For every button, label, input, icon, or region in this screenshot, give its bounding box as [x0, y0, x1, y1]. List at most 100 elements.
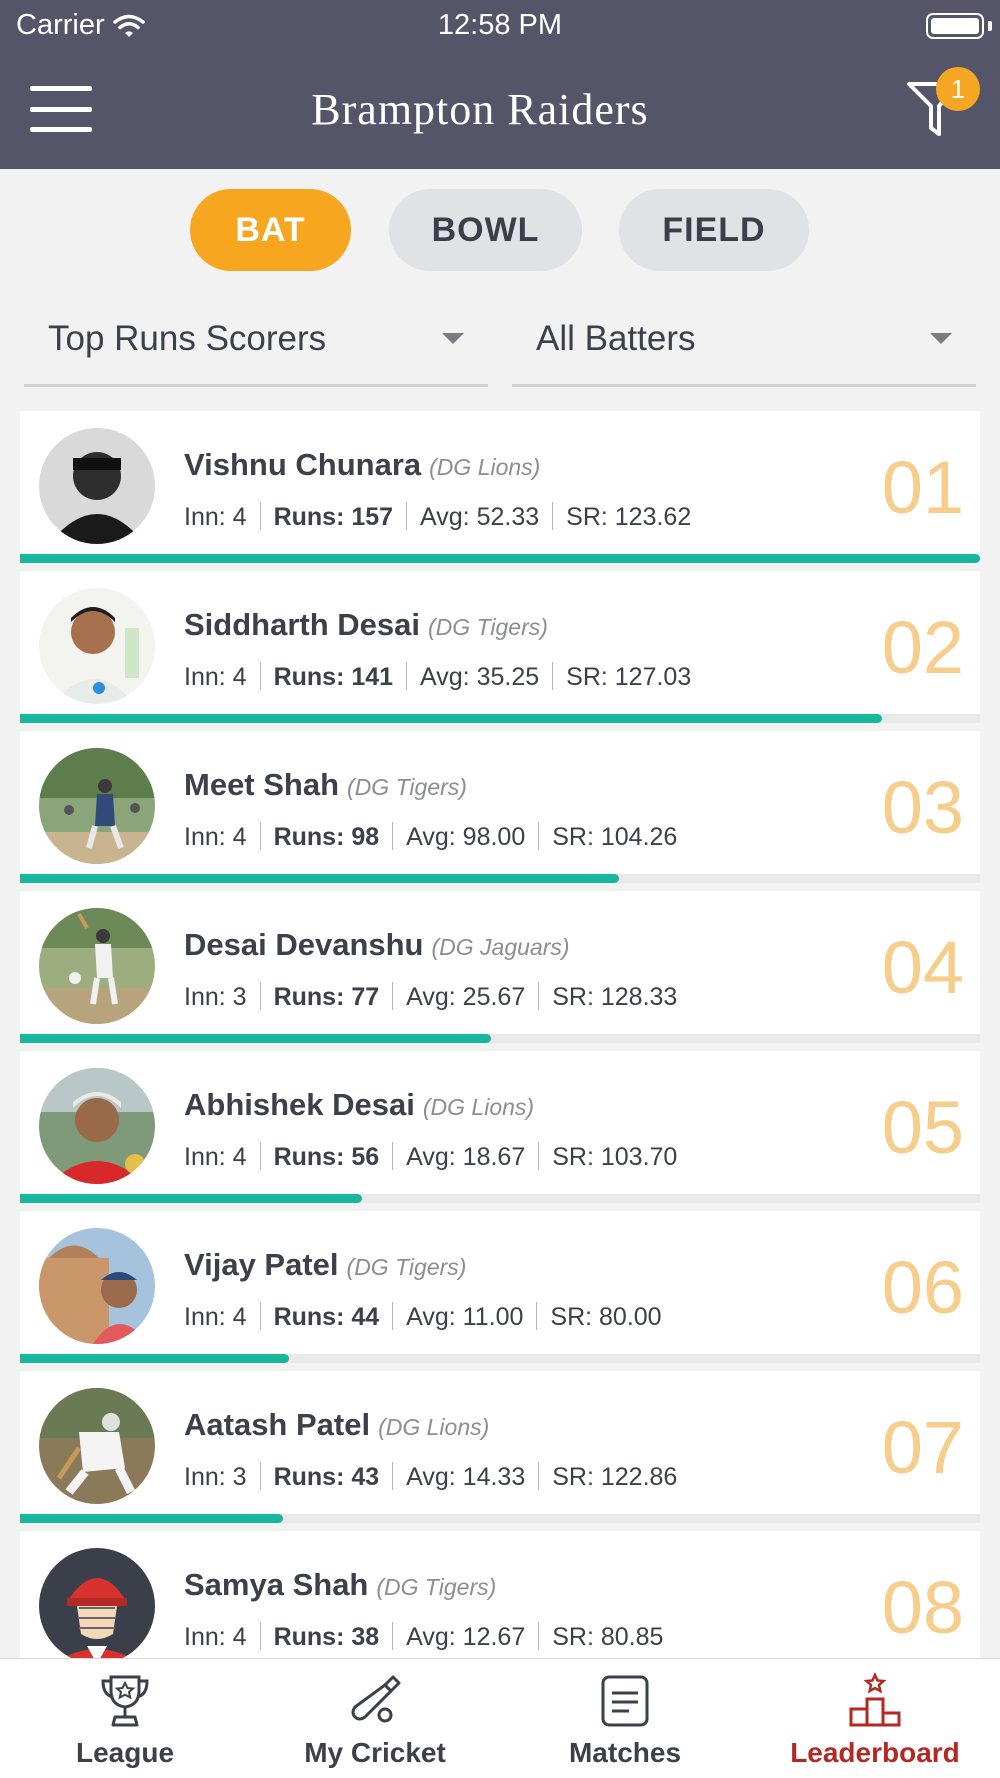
runs-stat: Runs: 38	[273, 1623, 380, 1651]
avatar	[39, 1548, 155, 1664]
tab-bat[interactable]: BAT	[190, 189, 351, 271]
strike-rate-stat: SR: 123.62	[566, 503, 692, 531]
rank-number: 04	[881, 926, 964, 1009]
runs-progress-bar	[20, 1514, 283, 1523]
innings-stat: Inn: 4	[184, 1143, 247, 1171]
list-item[interactable]: Vijay Patel (DG Tigers) Inn: 4 Runs: 44 Avg…	[20, 1211, 980, 1363]
strike-rate-stat: SR: 128.33	[552, 983, 678, 1011]
list-item[interactable]: Desai Devanshu (DG Jaguars) Inn: 3 Runs: 7…	[20, 891, 980, 1043]
app-header: Carrier 12:58 PM Brampton Raiders 1	[0, 0, 1000, 169]
average-stat: Avg: 18.67	[406, 1143, 526, 1171]
runs-progress-bar	[20, 1354, 290, 1363]
rank-number: 06	[881, 1246, 964, 1329]
innings-stat: Inn: 4	[184, 823, 247, 851]
player-name-row: Aatash Patel (DG Lions)	[184, 1407, 489, 1443]
player-name-row: Siddharth Desai (DG Tigers)	[184, 607, 548, 643]
podium-icon	[849, 1671, 901, 1727]
innings-stat: Inn: 3	[184, 983, 247, 1011]
runs-progress-bar	[20, 874, 620, 883]
player-name-row: Vijay Patel (DG Tigers)	[184, 1247, 466, 1283]
runs-stat: Runs: 77	[273, 983, 380, 1011]
runs-stat: Runs: 43	[273, 1463, 380, 1491]
avatar	[39, 1068, 155, 1184]
strike-rate-stat: SR: 104.26	[552, 823, 678, 851]
rank-number: 01	[881, 446, 964, 529]
stat-type-value: Top Runs Scorers	[48, 319, 327, 358]
runs-progress-track	[20, 1034, 980, 1043]
avatar	[39, 908, 155, 1024]
cricket-bat-icon	[351, 1675, 401, 1723]
stat-type-dropdown[interactable]: Top Runs Scorers	[24, 310, 488, 387]
player-stats: Inn: 4 Runs: 141 Avg: 35.25 SR: 127.03	[184, 662, 691, 692]
divider	[392, 822, 394, 850]
nav-league-label: League	[75, 1737, 175, 1768]
runs-progress-track	[20, 1194, 980, 1203]
list-item[interactable]: Meet Shah (DG Tigers) Inn: 4 Runs: 98 Avg: …	[20, 731, 980, 883]
nav-my-cricket[interactable]: My Cricket	[250, 1659, 500, 1778]
player-stats: Inn: 4 Runs: 98 Avg: 98.00 SR: 104.26	[184, 822, 677, 852]
player-type-value: All Batters	[536, 319, 696, 358]
rank-number: 05	[881, 1086, 964, 1169]
chevron-down-icon	[930, 333, 952, 344]
nav-matches-label: Matches	[568, 1737, 682, 1768]
player-stats: Inn: 3 Runs: 43 Avg: 14.33 SR: 122.86	[184, 1462, 677, 1492]
strike-rate-stat: SR: 127.03	[566, 663, 692, 691]
player-name-row: Meet Shah (DG Tigers)	[184, 767, 467, 803]
list-item[interactable]: Abhishek Desai (DG Lions) Inn: 4 Runs: 56 A…	[20, 1051, 980, 1203]
status-bar: Carrier 12:58 PM	[0, 0, 1000, 50]
divider	[538, 1462, 540, 1490]
divider	[259, 1142, 261, 1170]
strike-rate-stat: SR: 80.00	[550, 1303, 662, 1331]
list-item[interactable]: Siddharth Desai (DG Tigers) Inn: 4 Runs: 1…	[20, 571, 980, 723]
player-type-dropdown[interactable]: All Batters	[512, 310, 976, 387]
divider	[406, 502, 408, 530]
strike-rate-stat: SR: 103.70	[552, 1143, 678, 1171]
player-stats: Inn: 4 Runs: 157 Avg: 52.33 SR: 123.62	[184, 502, 691, 532]
runs-progress-track	[20, 1354, 980, 1363]
avatar	[39, 428, 155, 544]
divider	[552, 662, 554, 690]
nav-leaderboard-label: Leaderboard	[790, 1737, 960, 1768]
player-stats: Inn: 4 Runs: 44 Avg: 11.00 SR: 80.00	[184, 1302, 662, 1332]
strike-rate-stat: SR: 80.85	[552, 1623, 664, 1651]
filter-count-badge: 1	[936, 67, 980, 111]
innings-stat: Inn: 3	[184, 1463, 247, 1491]
divider	[392, 1462, 394, 1490]
divider	[259, 822, 261, 850]
status-time: 12:58 PM	[437, 9, 563, 41]
nav-league[interactable]: League	[0, 1659, 250, 1778]
player-name: Meet Shah	[184, 767, 340, 802]
player-stats: Inn: 4 Runs: 38 Avg: 12.67 SR: 80.85	[184, 1622, 663, 1652]
innings-stat: Inn: 4	[184, 663, 247, 691]
player-team: (DG Tigers)	[376, 1574, 497, 1600]
nav-leaderboard[interactable]: Leaderboard	[750, 1659, 1000, 1778]
runs-progress-bar	[20, 714, 883, 723]
divider	[259, 1622, 261, 1650]
runs-progress-bar	[20, 554, 980, 563]
player-name: Siddharth Desai	[184, 607, 420, 642]
avatar	[39, 588, 155, 704]
bottom-navigation: League My Cricket Matches Leaderboard	[0, 1658, 1000, 1778]
divider	[538, 1622, 540, 1650]
list-item[interactable]: Aatash Patel (DG Lions) Inn: 3 Runs: 43 Avg…	[20, 1371, 980, 1523]
player-name: Desai Devanshu	[184, 927, 424, 962]
player-stats: Inn: 4 Runs: 56 Avg: 18.67 SR: 103.70	[184, 1142, 677, 1172]
divider	[259, 982, 261, 1010]
avatar	[39, 1228, 155, 1344]
list-item[interactable]: Vishnu Chunara (DG Lions) Inn: 4 Runs: 157…	[20, 411, 980, 563]
rank-number: 02	[881, 606, 964, 689]
nav-matches[interactable]: Matches	[500, 1659, 750, 1778]
runs-stat: Runs: 56	[273, 1143, 380, 1171]
tab-bowl[interactable]: BOWL	[389, 189, 582, 271]
player-name-row: Abhishek Desai (DG Lions)	[184, 1087, 534, 1123]
divider	[392, 1622, 394, 1650]
player-team: (DG Lions)	[429, 454, 541, 480]
avatar	[39, 1388, 155, 1504]
tab-field[interactable]: FIELD	[619, 189, 809, 271]
nav-my-cricket-label: My Cricket	[304, 1737, 446, 1768]
average-stat: Avg: 25.67	[406, 983, 526, 1011]
page-title: Brampton Raiders	[311, 85, 649, 134]
player-stats: Inn: 3 Runs: 77 Avg: 25.67 SR: 128.33	[184, 982, 677, 1012]
rank-number: 07	[881, 1406, 964, 1489]
divider	[259, 502, 261, 530]
